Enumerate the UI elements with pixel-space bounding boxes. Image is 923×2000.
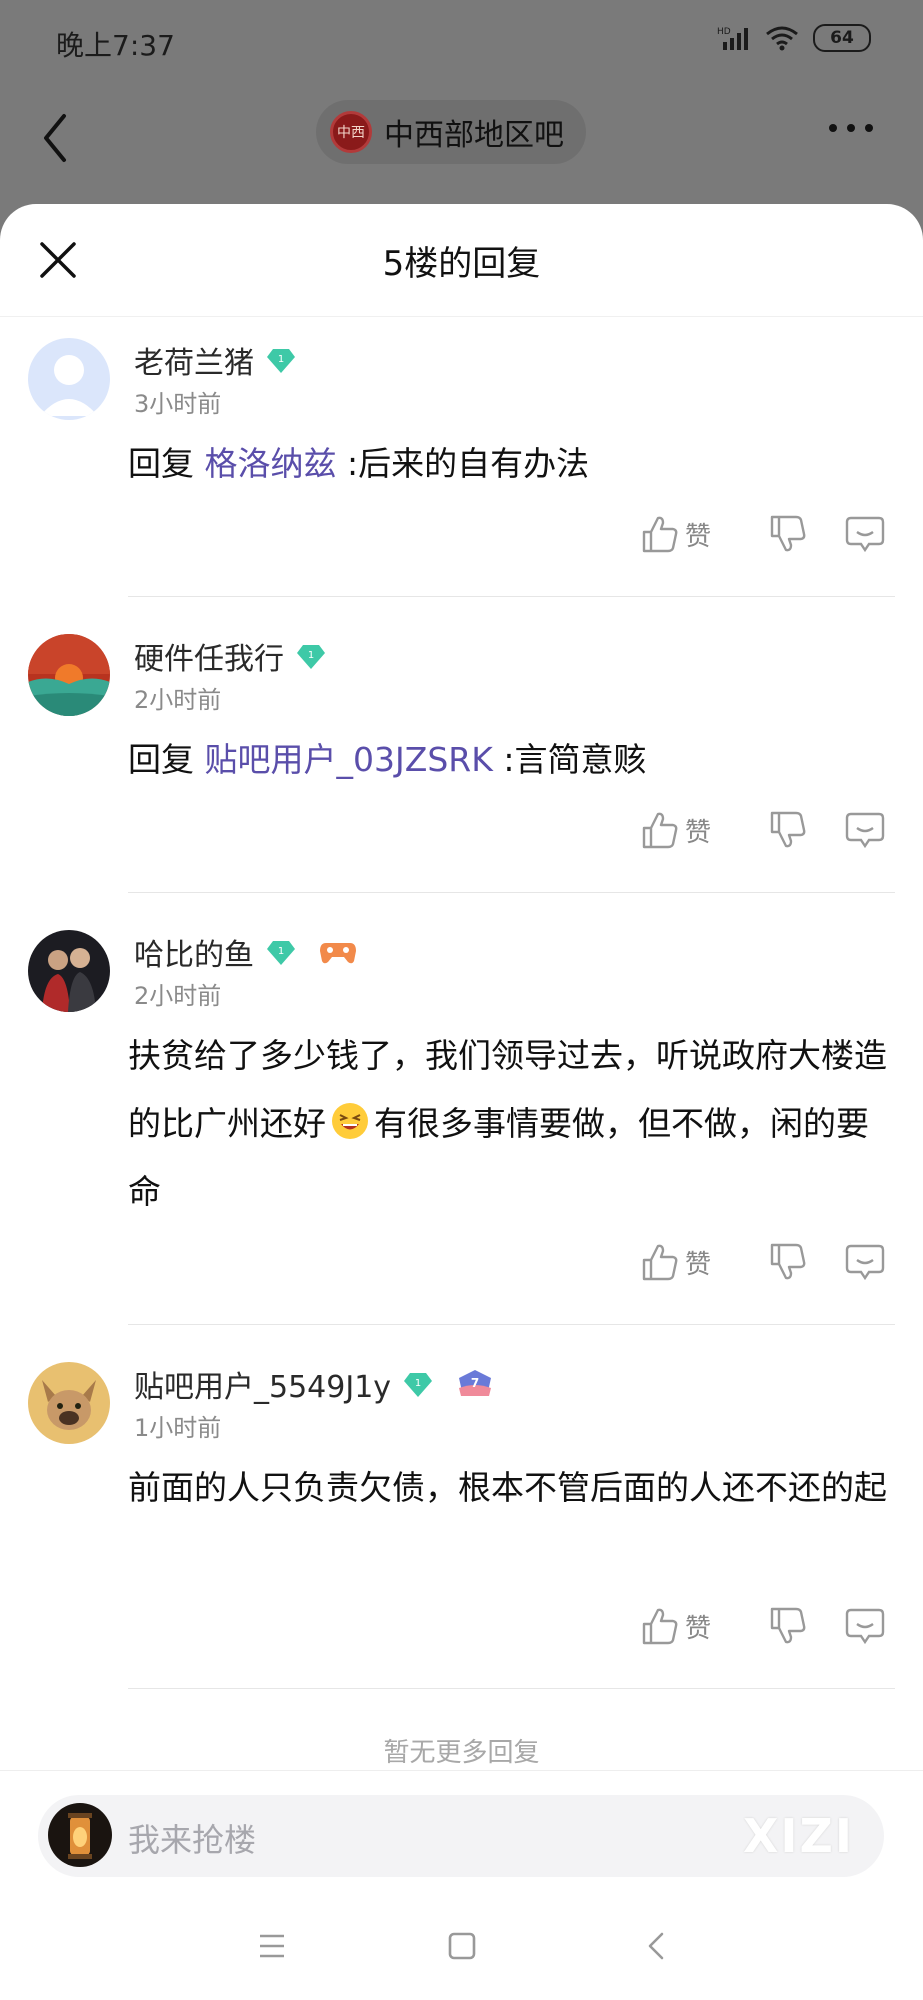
nav-back-icon[interactable] [636,1926,676,1966]
like-button[interactable]: 赞 [641,1242,741,1282]
avatar[interactable] [28,930,110,1012]
back-icon[interactable] [36,108,76,168]
reply-content: 前面的人只负责欠债，根本不管后面的人还不还的起 [128,1454,895,1522]
username[interactable]: 老荷兰猪 [134,338,254,382]
status-time: 晚上7:37 [56,29,175,62]
reply-input[interactable]: 我来抢楼 XIZI [38,1795,884,1877]
svg-text:7: 7 [471,1376,479,1390]
sheet-header: 5楼的回复 [0,204,923,317]
comment-icon [845,1608,885,1645]
battery-indicator: 64 [813,24,871,52]
reply-content: 回复 贴吧用户_03JZSRK :言简意赅 [128,726,895,794]
reply-time: 2小时前 [134,686,222,714]
thumbs-down-icon [770,1243,806,1280]
reply-time: 2小时前 [134,982,222,1010]
reply-actions: 赞 [641,514,885,554]
username[interactable]: 贴吧用户_5549J1y [134,1362,391,1406]
like-label: 赞 [685,1249,712,1280]
reply-text: :言简意赅 [492,740,647,779]
thumbs-up-icon [642,1608,678,1645]
system-nav-bar [0,1890,923,2000]
forum-title-pill[interactable]: 中西 中西部地区吧 [316,100,586,164]
comment-button[interactable] [835,1606,885,1646]
replies-sheet: 5楼的回复 老荷兰猪 1 3小时前 回复 格洛纳兹 :后来的自有办法 赞 硬件任… [0,204,923,2000]
dislike-button[interactable] [741,1606,835,1646]
svg-text:1: 1 [278,946,284,957]
top-bar: 中西 中西部地区吧 [0,86,923,204]
signal-icon: HD [717,27,748,50]
divider [128,892,895,893]
like-label: 赞 [685,1613,712,1644]
level-gem-icon: 1 [297,645,325,669]
no-more-replies: 暂无更多回复 [383,1738,540,1768]
reply-content: 回复 格洛纳兹 :后来的自有办法 [128,430,895,498]
reply-text: :后来的自有办法 [336,444,590,483]
watermark: XIZI [742,1809,854,1863]
level-gem-icon: 1 [267,941,295,965]
reply-time: 1小时前 [134,1414,222,1442]
wifi-icon [766,26,798,51]
divider [128,1688,895,1689]
svg-text:1: 1 [415,1378,421,1389]
comment-button[interactable] [835,514,885,554]
status-bar: 晚上7:37 HD 64 [0,0,923,86]
divider [128,1324,895,1325]
level-badge-icon: 7 [459,1370,492,1396]
divider [128,596,895,597]
svg-text:HD: HD [717,27,731,37]
username[interactable]: 哈比的鱼 [134,930,254,974]
mention-link[interactable]: 贴吧用户_03JZSRK [205,740,493,779]
thumbs-up-icon [642,1244,678,1281]
sheet-title: 5楼的回复 [382,244,541,284]
home-icon[interactable] [442,1926,482,1966]
reply-input-bar: 我来抢楼 XIZI [0,1770,923,1891]
comment-icon [845,516,885,553]
reply-actions: 赞 [641,810,885,850]
like-button[interactable]: 赞 [641,514,741,554]
laughing-emoji-icon [332,1103,368,1139]
reply-actions: 赞 [641,1242,885,1282]
like-button[interactable]: 赞 [641,1606,741,1646]
dislike-button[interactable] [741,810,835,850]
like-label: 赞 [685,817,712,848]
avatar[interactable] [28,634,110,716]
avatar[interactable] [28,338,110,420]
like-button[interactable]: 赞 [641,810,741,850]
comment-button[interactable] [835,810,885,850]
avatar[interactable] [28,1362,110,1444]
game-badge-icon [320,943,356,964]
dislike-button[interactable] [741,1242,835,1282]
menu-icon[interactable] [252,1926,292,1966]
comment-icon [845,1244,885,1281]
reply-prefix: 回复 [128,444,205,483]
reply-time: 3小时前 [134,390,222,418]
reply-text: 前面的人只负责欠债，根本不管后面的人还不还的起 [128,1468,887,1507]
svg-text:1: 1 [308,650,314,661]
like-label: 赞 [685,521,712,552]
reply-prefix: 回复 [128,740,205,779]
my-avatar [48,1803,112,1867]
thumbs-up-icon [642,516,678,553]
svg-text:1: 1 [278,354,284,365]
thumbs-up-icon [642,812,678,849]
thumbs-down-icon [770,1607,806,1644]
more-options-icon[interactable] [829,124,873,132]
username[interactable]: 硬件任我行 [134,634,284,678]
dislike-button[interactable] [741,514,835,554]
mention-link[interactable]: 格洛纳兹 [205,444,337,483]
input-placeholder: 我来抢楼 [128,1821,257,1859]
level-gem-icon: 1 [267,349,295,373]
level-gem-icon: 1 [404,1373,433,1397]
comment-icon [845,812,885,849]
thumbs-down-icon [770,811,806,848]
comment-button[interactable] [835,1242,885,1282]
forum-name: 中西部地区吧 [384,118,564,153]
thumbs-down-icon [770,515,806,552]
reply-content: 扶贫给了多少钱了，我们领导过去，听说政府大楼造的比广州还好 有很多事情要做，但不做… [128,1022,895,1226]
reply-actions: 赞 [641,1606,885,1646]
forum-logo: 中西 [330,111,372,153]
